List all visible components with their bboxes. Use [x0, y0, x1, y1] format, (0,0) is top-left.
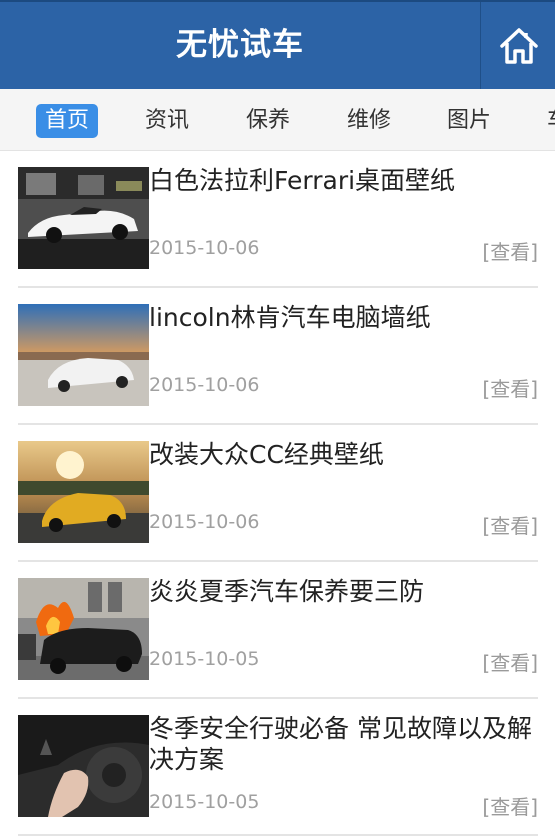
- tab-maintenance[interactable]: 保养: [237, 104, 299, 138]
- list-item[interactable]: 白色法拉利Ferrari桌面壁纸 2015-10-06 [查看]: [18, 151, 538, 288]
- view-link[interactable]: [查看]: [482, 510, 538, 539]
- home-button[interactable]: [480, 2, 555, 89]
- list-item[interactable]: 改装大众CC经典壁纸 2015-10-06 [查看]: [18, 425, 538, 562]
- article-thumbnail[interactable]: [18, 578, 149, 680]
- page-title: 无忧试车: [176, 27, 304, 63]
- article-thumbnail[interactable]: [18, 304, 149, 406]
- tab-repair[interactable]: 维修: [338, 104, 400, 138]
- tab-home[interactable]: 首页: [36, 104, 99, 138]
- home-icon: [500, 28, 538, 64]
- tab-news[interactable]: 资讯: [136, 104, 198, 138]
- article-date: 2015-10-05: [149, 648, 260, 670]
- article-title[interactable]: 炎炎夏季汽车保养要三防: [149, 576, 538, 607]
- article-date: 2015-10-06: [149, 237, 260, 259]
- article-title[interactable]: 白色法拉利Ferrari桌面壁纸: [149, 165, 538, 196]
- view-link[interactable]: [查看]: [482, 236, 538, 265]
- article-date: 2015-10-06: [149, 511, 260, 533]
- article-title[interactable]: 改装大众CC经典壁纸: [149, 439, 538, 470]
- article-title[interactable]: 冬季安全行驶必备 常见故障以及解决方案: [149, 713, 538, 775]
- view-link[interactable]: [查看]: [482, 373, 538, 402]
- article-title[interactable]: lincoln林肯汽车电脑墙纸: [149, 302, 538, 333]
- tab-more[interactable]: 车: [538, 104, 555, 138]
- list-item[interactable]: 冬季安全行驶必备 常见故障以及解决方案 2015-10-05 [查看]: [18, 699, 538, 836]
- view-link[interactable]: [查看]: [482, 791, 538, 820]
- view-link[interactable]: [查看]: [482, 647, 538, 676]
- article-date: 2015-10-05: [149, 791, 260, 813]
- article-thumbnail[interactable]: [18, 441, 149, 543]
- list-item[interactable]: lincoln林肯汽车电脑墙纸 2015-10-06 [查看]: [18, 288, 538, 425]
- tab-pictures[interactable]: 图片: [438, 104, 500, 138]
- category-nav: 首页 资讯 保养 维修 图片 车: [0, 89, 555, 151]
- list-item[interactable]: 炎炎夏季汽车保养要三防 2015-10-05 [查看]: [18, 562, 538, 699]
- app-header: 无忧试车: [0, 0, 555, 89]
- article-thumbnail[interactable]: [18, 715, 149, 817]
- article-thumbnail[interactable]: [18, 167, 149, 269]
- article-date: 2015-10-06: [149, 374, 260, 396]
